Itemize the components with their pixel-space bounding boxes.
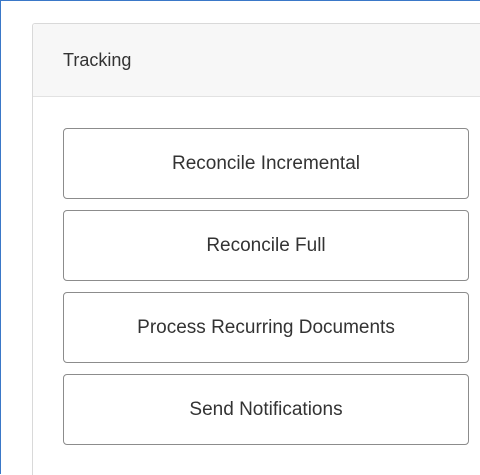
- panel-header: Tracking: [33, 24, 480, 97]
- panel-title: Tracking: [63, 49, 132, 70]
- send-notifications-button[interactable]: Send Notifications: [63, 374, 469, 445]
- window-frame: Tracking Reconcile Incremental Reconcile…: [0, 0, 480, 475]
- reconcile-incremental-button[interactable]: Reconcile Incremental: [63, 128, 469, 199]
- process-recurring-documents-button[interactable]: Process Recurring Documents: [63, 292, 469, 363]
- tracking-panel: Tracking Reconcile Incremental Reconcile…: [32, 23, 480, 475]
- reconcile-full-button[interactable]: Reconcile Full: [63, 210, 469, 281]
